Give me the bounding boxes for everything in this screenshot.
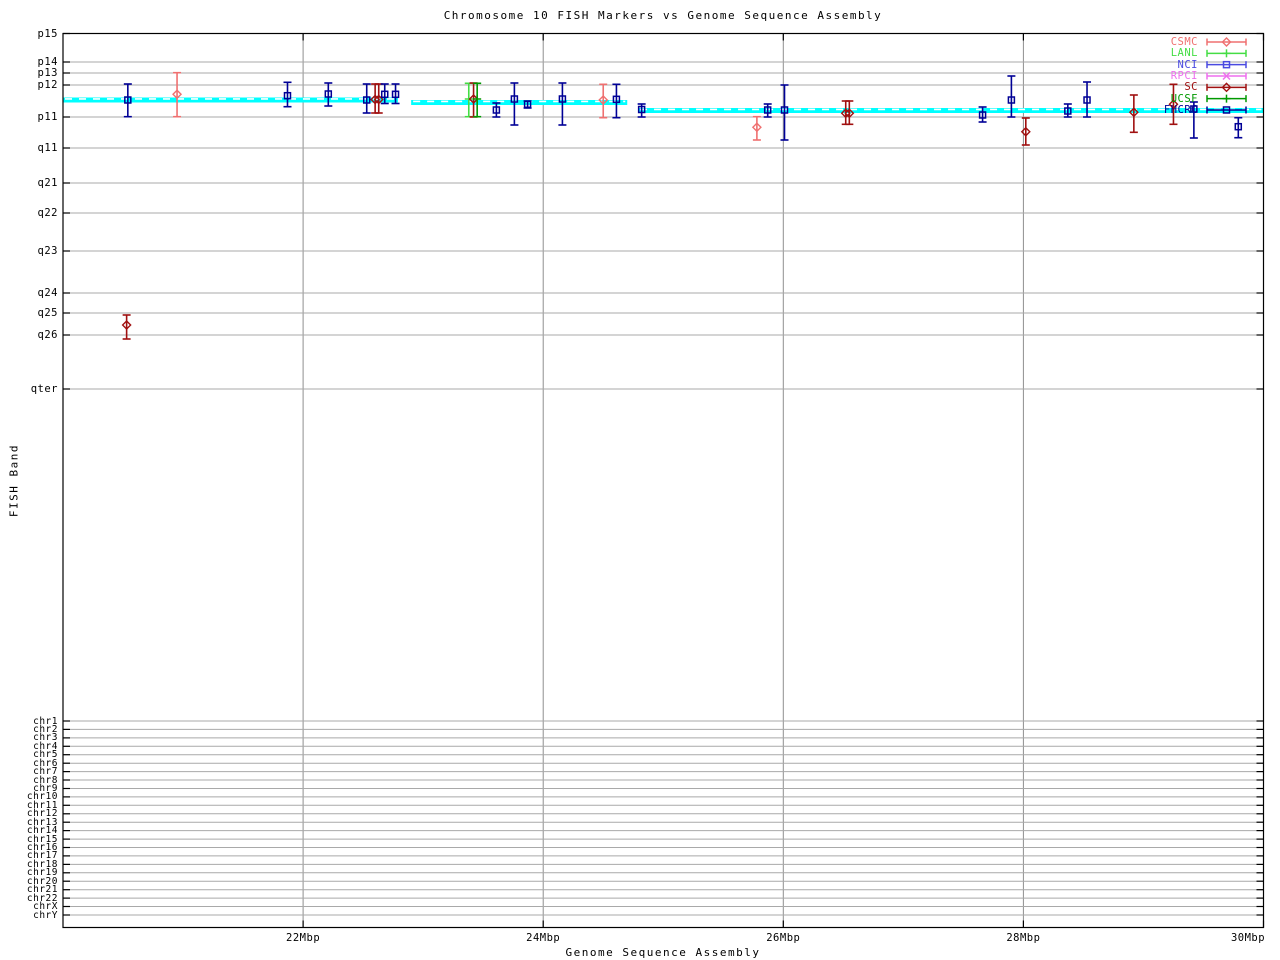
y-band-label: q22 (37, 207, 58, 219)
y-band-label: p12 (37, 79, 58, 91)
y-axis-title: FISH Band (7, 443, 21, 518)
legend-label-nci: NCI (1177, 58, 1198, 71)
fish-marker-chart: Chromosome 10 FISH Markers vs Genome Seq… (0, 0, 1280, 960)
y-band-label: p15 (37, 27, 58, 40)
x-tick-label: 28Mbp (1006, 932, 1041, 944)
x-tick-label: 24Mbp (526, 932, 561, 944)
x-axis-title: Genome Sequence Assembly (565, 946, 761, 959)
y-band-label: qter (30, 383, 58, 395)
legend-label-lanl: LANL (1170, 47, 1198, 60)
x-tick-label: 26Mbp (766, 932, 801, 944)
x-tick-label: 22Mbp (286, 932, 321, 944)
legend-label-rpci: RPCI (1170, 69, 1198, 82)
y-band-label: p13 (37, 67, 58, 79)
legend-label-sc: SC (1184, 81, 1198, 94)
y-band-label: q21 (37, 177, 58, 189)
legend-label-csmc: CSMC (1170, 36, 1198, 48)
chart-title: Chromosome 10 FISH Markers vs Genome Seq… (443, 9, 883, 22)
legend-label-fhcrc: FHCRC (1163, 103, 1198, 116)
plot-area (62, 32, 1265, 929)
y-band-label: q26 (37, 329, 58, 341)
chromosome-row-label: chrY (33, 909, 58, 921)
legend-label-ucsf: UCSF (1170, 92, 1198, 105)
plot-border (62, 32, 1265, 929)
x-tick-label: 30Mbp (1230, 932, 1266, 944)
y-band-label: q11 (37, 142, 58, 154)
y-band-label: q25 (37, 307, 58, 319)
y-band-label: p11 (37, 111, 58, 123)
y-band-label: q24 (37, 287, 58, 299)
y-band-label: q23 (37, 245, 58, 257)
